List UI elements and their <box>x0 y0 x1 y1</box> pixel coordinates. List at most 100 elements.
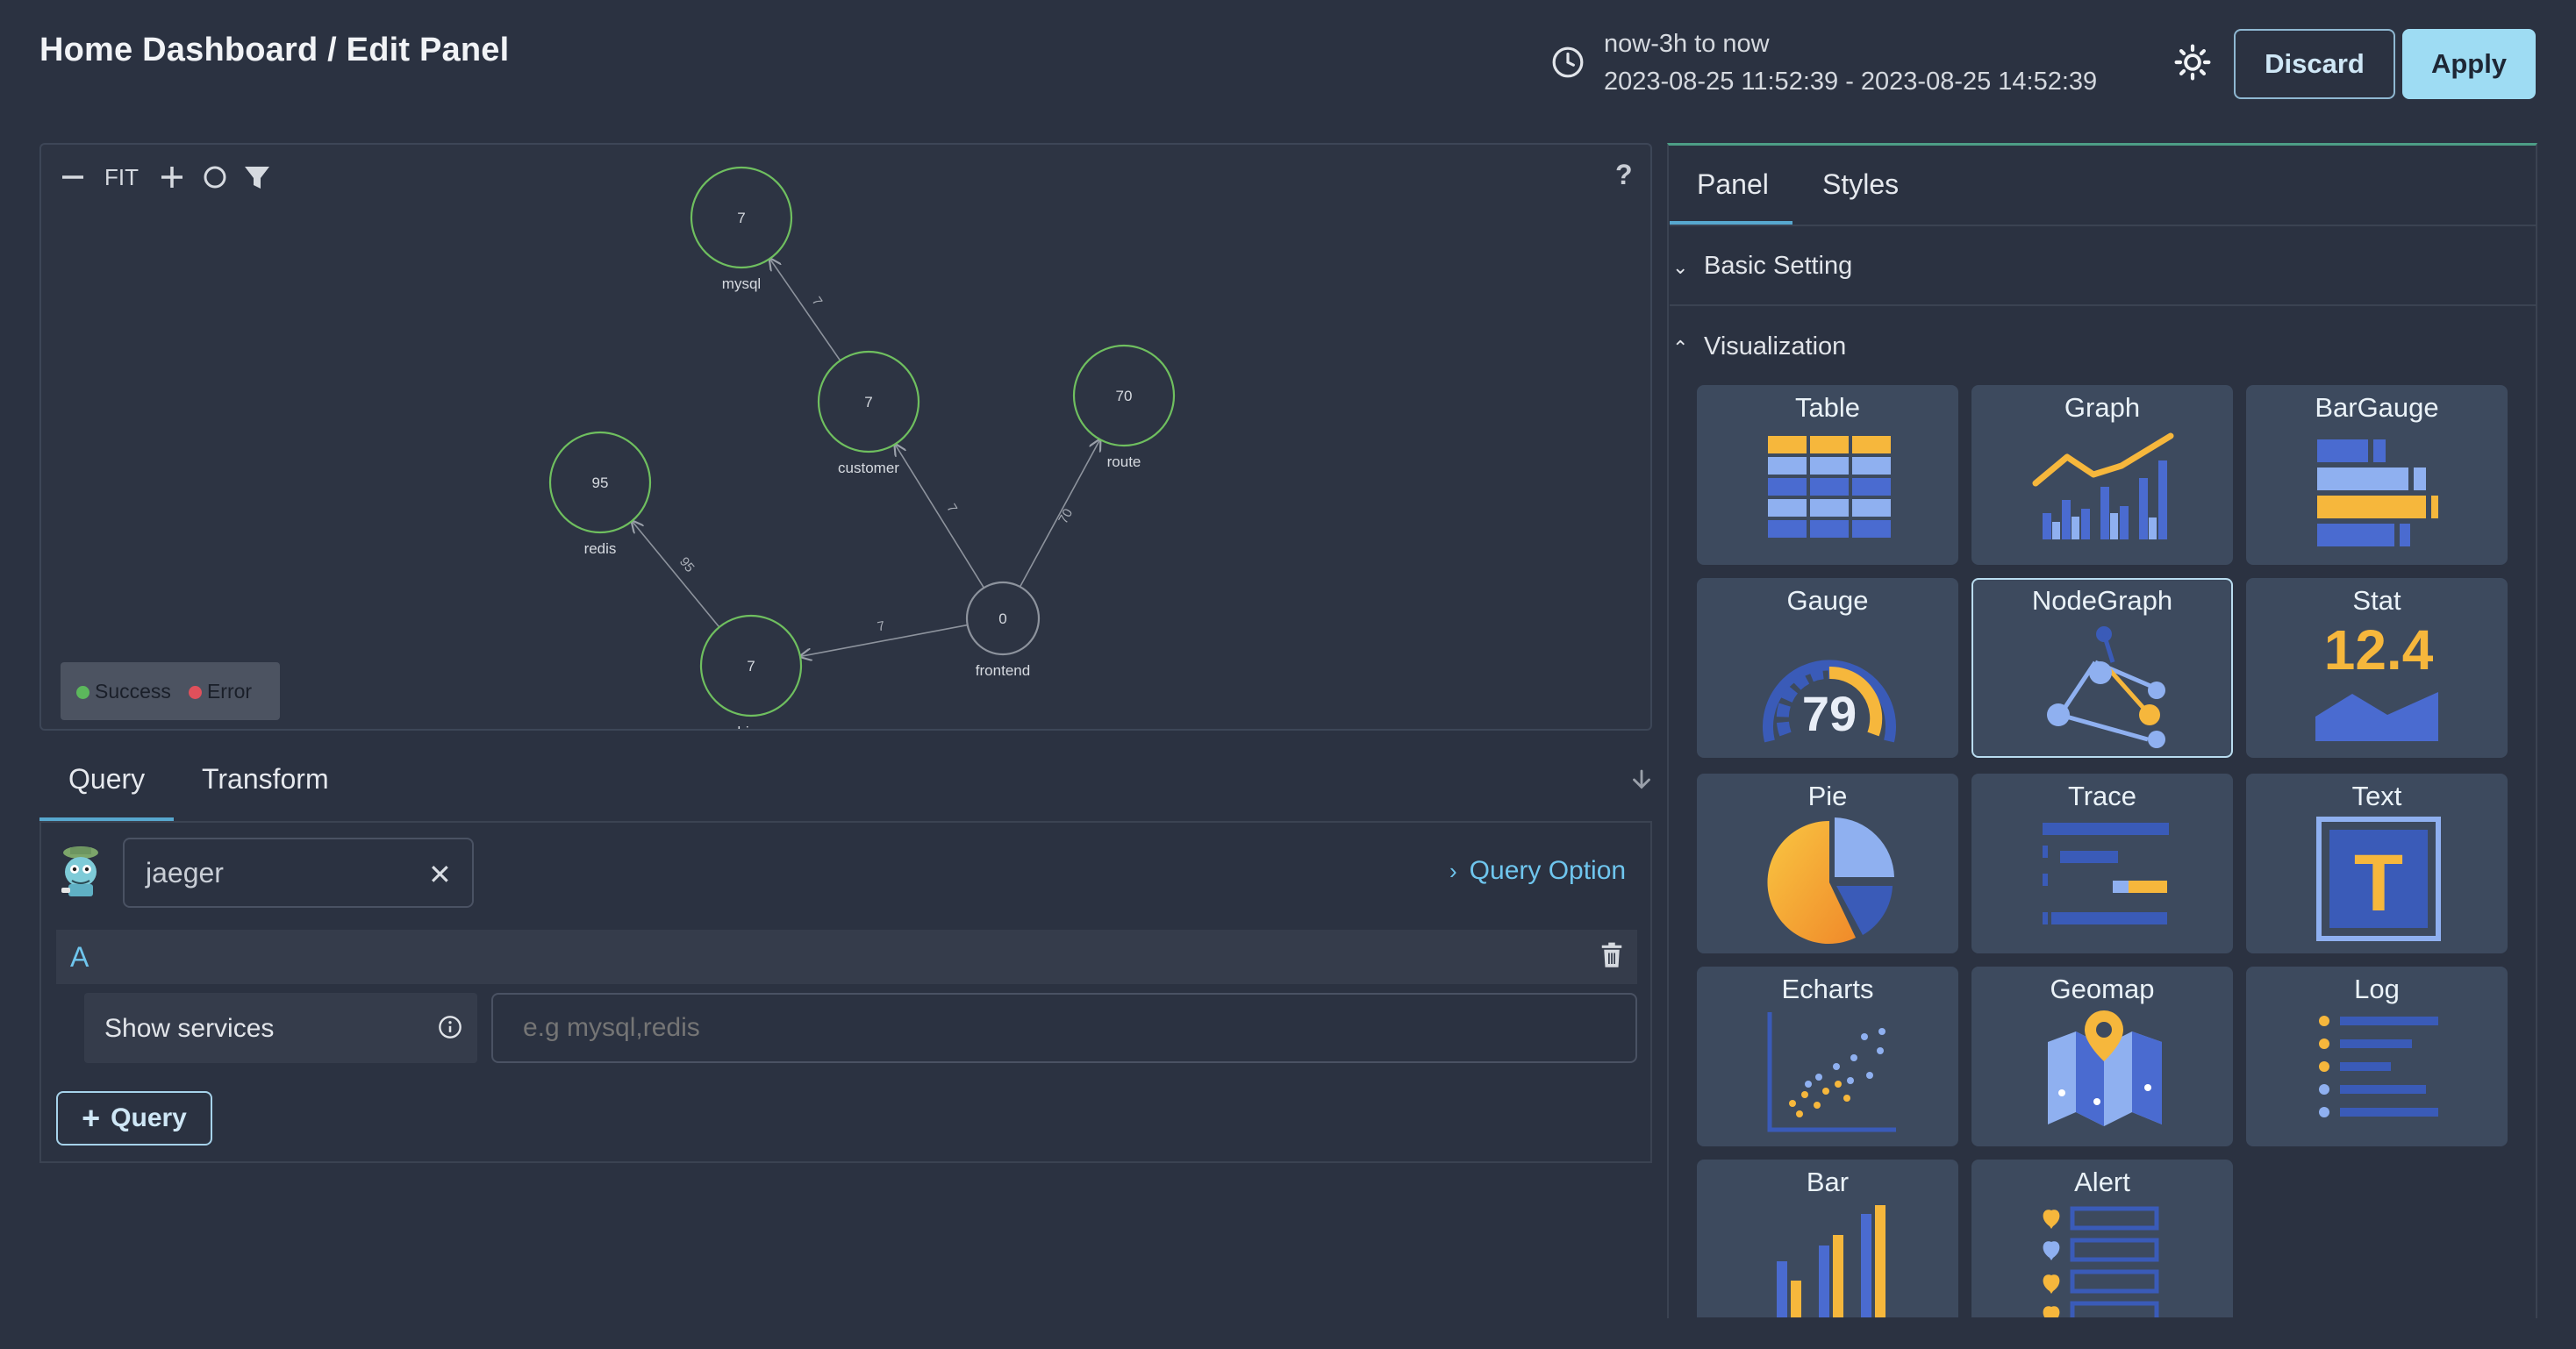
viz-tile-graph[interactable]: Graph <box>1971 385 2233 565</box>
graph-edge-label: 7 <box>809 294 826 309</box>
graph-node-label: mysql <box>722 275 761 292</box>
viz-label: Table <box>1794 392 1861 423</box>
plus-icon: + <box>82 1100 101 1136</box>
help-icon[interactable]: ? <box>1615 159 1633 191</box>
divider <box>1670 225 2536 226</box>
visualization-grid: Table Graph BarGauge Gauge 79 NodeGraph … <box>1670 377 2536 1317</box>
viz-label: Graph <box>2064 392 2141 423</box>
sun-icon[interactable] <box>2174 44 2211 81</box>
graph-viz-icon <box>2032 432 2174 539</box>
trash-icon[interactable] <box>1600 942 1623 968</box>
viz-label: Alert <box>2074 1167 2130 1197</box>
viz-label: NodeGraph <box>2031 585 2173 616</box>
viz-label: Gauge <box>1786 585 1869 616</box>
viz-tile-nodegraph[interactable]: NodeGraph <box>1971 578 2233 758</box>
apply-button[interactable]: Apply <box>2402 29 2536 99</box>
query-row-label: A <box>70 941 89 973</box>
viz-label: Log <box>2354 974 2400 1004</box>
viz-tile-bargauge[interactable]: BarGauge <box>2246 385 2508 565</box>
graph-edge-label: 7 <box>943 502 960 516</box>
section-title: Visualization <box>1704 332 1847 360</box>
geomap-viz-icon <box>2048 1010 2162 1126</box>
viz-tile-log[interactable]: Log <box>2246 967 2508 1146</box>
viz-tile-echarts[interactable]: Echarts <box>1697 967 1958 1146</box>
graph-node-label: redis <box>584 540 617 557</box>
graph-node-label: driver <box>733 724 770 731</box>
show-services-label: Show services <box>104 1014 275 1043</box>
viz-label: Stat <box>2352 585 2401 616</box>
tab-transform[interactable]: Transform <box>202 763 329 796</box>
graph-edge-frontend-customer[interactable] <box>895 444 985 589</box>
divider <box>1670 304 2536 306</box>
clear-icon[interactable]: ✕ <box>428 858 452 891</box>
section-title: Basic Setting <box>1704 252 1853 280</box>
graph-node-label: customer <box>838 460 899 476</box>
clock-icon[interactable] <box>1551 46 1585 79</box>
viz-label: Trace <box>2067 781 2137 811</box>
viz-tile-stat[interactable]: Stat 12.4 <box>2246 578 2508 758</box>
graph-node-label: frontend <box>976 662 1030 679</box>
viz-tile-table[interactable]: Table <box>1697 385 1958 565</box>
viz-label: Text <box>2351 781 2402 811</box>
graph-node-value: 7 <box>747 658 755 674</box>
graph-edge-customer-mysql[interactable] <box>769 259 841 361</box>
time-range-absolute[interactable]: 2023-08-25 11:52:39 - 2023-08-25 14:52:3… <box>1604 68 2097 96</box>
discard-button[interactable]: Discard <box>2234 29 2395 99</box>
filter-icon[interactable] <box>245 167 269 189</box>
viz-label: Pie <box>1807 781 1848 811</box>
tab-panel[interactable]: Panel <box>1697 168 1769 201</box>
trace-viz-icon <box>2043 823 2169 924</box>
tab-styles[interactable]: Styles <box>1822 168 1899 201</box>
tab-query[interactable]: Query <box>68 763 145 796</box>
query-row-header[interactable] <box>56 930 1637 984</box>
time-range-relative[interactable]: now-3h to now <box>1604 30 1770 59</box>
visualization-section[interactable]: ⌃ Visualization <box>1672 332 1846 361</box>
graph-node-value: 7 <box>737 210 745 226</box>
viz-tile-text[interactable]: Text T <box>2246 774 2508 953</box>
viz-tile-geomap[interactable]: Geomap <box>1971 967 2233 1146</box>
nodegraph-viz-icon <box>2047 626 2165 748</box>
arrow-down-icon[interactable] <box>1627 765 1657 795</box>
node-graph-canvas[interactable]: FIT 77 70795 7mysql7customer70route95redi… <box>41 145 1652 731</box>
alert-viz-icon <box>2043 1206 2159 1317</box>
stat-viz-icon: 12.4 <box>2315 618 2438 741</box>
graph-nodes: 7 mysql 7 customer 70 route 95 redis 0 frontend 7 d… <box>548 166 1176 731</box>
viz-tile-alert[interactable]: Alert <box>1971 1160 2233 1317</box>
graph-node-value: 0 <box>998 610 1006 627</box>
table-viz-icon <box>1768 436 1891 538</box>
info-icon[interactable] <box>438 1015 462 1039</box>
graph-edge-label: 7 <box>877 618 886 634</box>
datasource-select[interactable]: jaeger <box>123 838 474 908</box>
add-query-button[interactable]: + Query <box>56 1091 212 1146</box>
graph-node-value: 7 <box>864 394 872 410</box>
node-graph-panel[interactable]: FIT 7 7 70 7 95 7 mysql 7 customer 70 route 95 redi… <box>39 143 1652 731</box>
legend-item-error: Error <box>188 680 252 703</box>
viz-label: Geomap <box>2050 974 2155 1004</box>
graph-node-label: route <box>1107 453 1141 470</box>
fit-button[interactable]: FIT <box>104 164 139 190</box>
viz-tile-pie[interactable]: Pie <box>1697 774 1958 953</box>
viz-tile-bar[interactable]: Bar <box>1697 1160 1958 1317</box>
bar-viz-icon <box>1777 1205 1885 1317</box>
text-viz-icon: T <box>2316 817 2441 941</box>
add-query-label: Query <box>111 1103 187 1132</box>
graph-node-value: 70 <box>1116 388 1133 404</box>
text-glyph: T <box>2354 839 2403 928</box>
chevron-right-icon: › <box>1449 858 1457 884</box>
graph-edge-label: 70 <box>1055 506 1076 526</box>
basic-setting-section[interactable]: ⌄ Basic Setting <box>1672 252 1852 281</box>
legend-item-success: Success <box>76 680 171 703</box>
stat-value: 12.4 <box>2324 618 2434 682</box>
viz-tile-gauge[interactable]: Gauge 79 <box>1697 578 1958 758</box>
echarts-viz-icon <box>1767 1012 1896 1132</box>
layout-circle-icon[interactable] <box>204 166 226 189</box>
graph-edge-driver-redis[interactable] <box>632 521 720 628</box>
viz-label: BarGauge <box>2315 392 2439 423</box>
show-services-input[interactable] <box>491 993 1637 1063</box>
graph-toolbar: FIT <box>62 164 269 190</box>
viz-tile-trace[interactable]: Trace <box>1971 774 2233 953</box>
query-option-toggle[interactable]: › Query Option <box>1449 856 1626 886</box>
graph-edge-label: 95 <box>676 554 698 575</box>
chevron-up-icon: ⌃ <box>1672 337 1689 359</box>
zoom-in-icon[interactable] <box>161 167 182 188</box>
